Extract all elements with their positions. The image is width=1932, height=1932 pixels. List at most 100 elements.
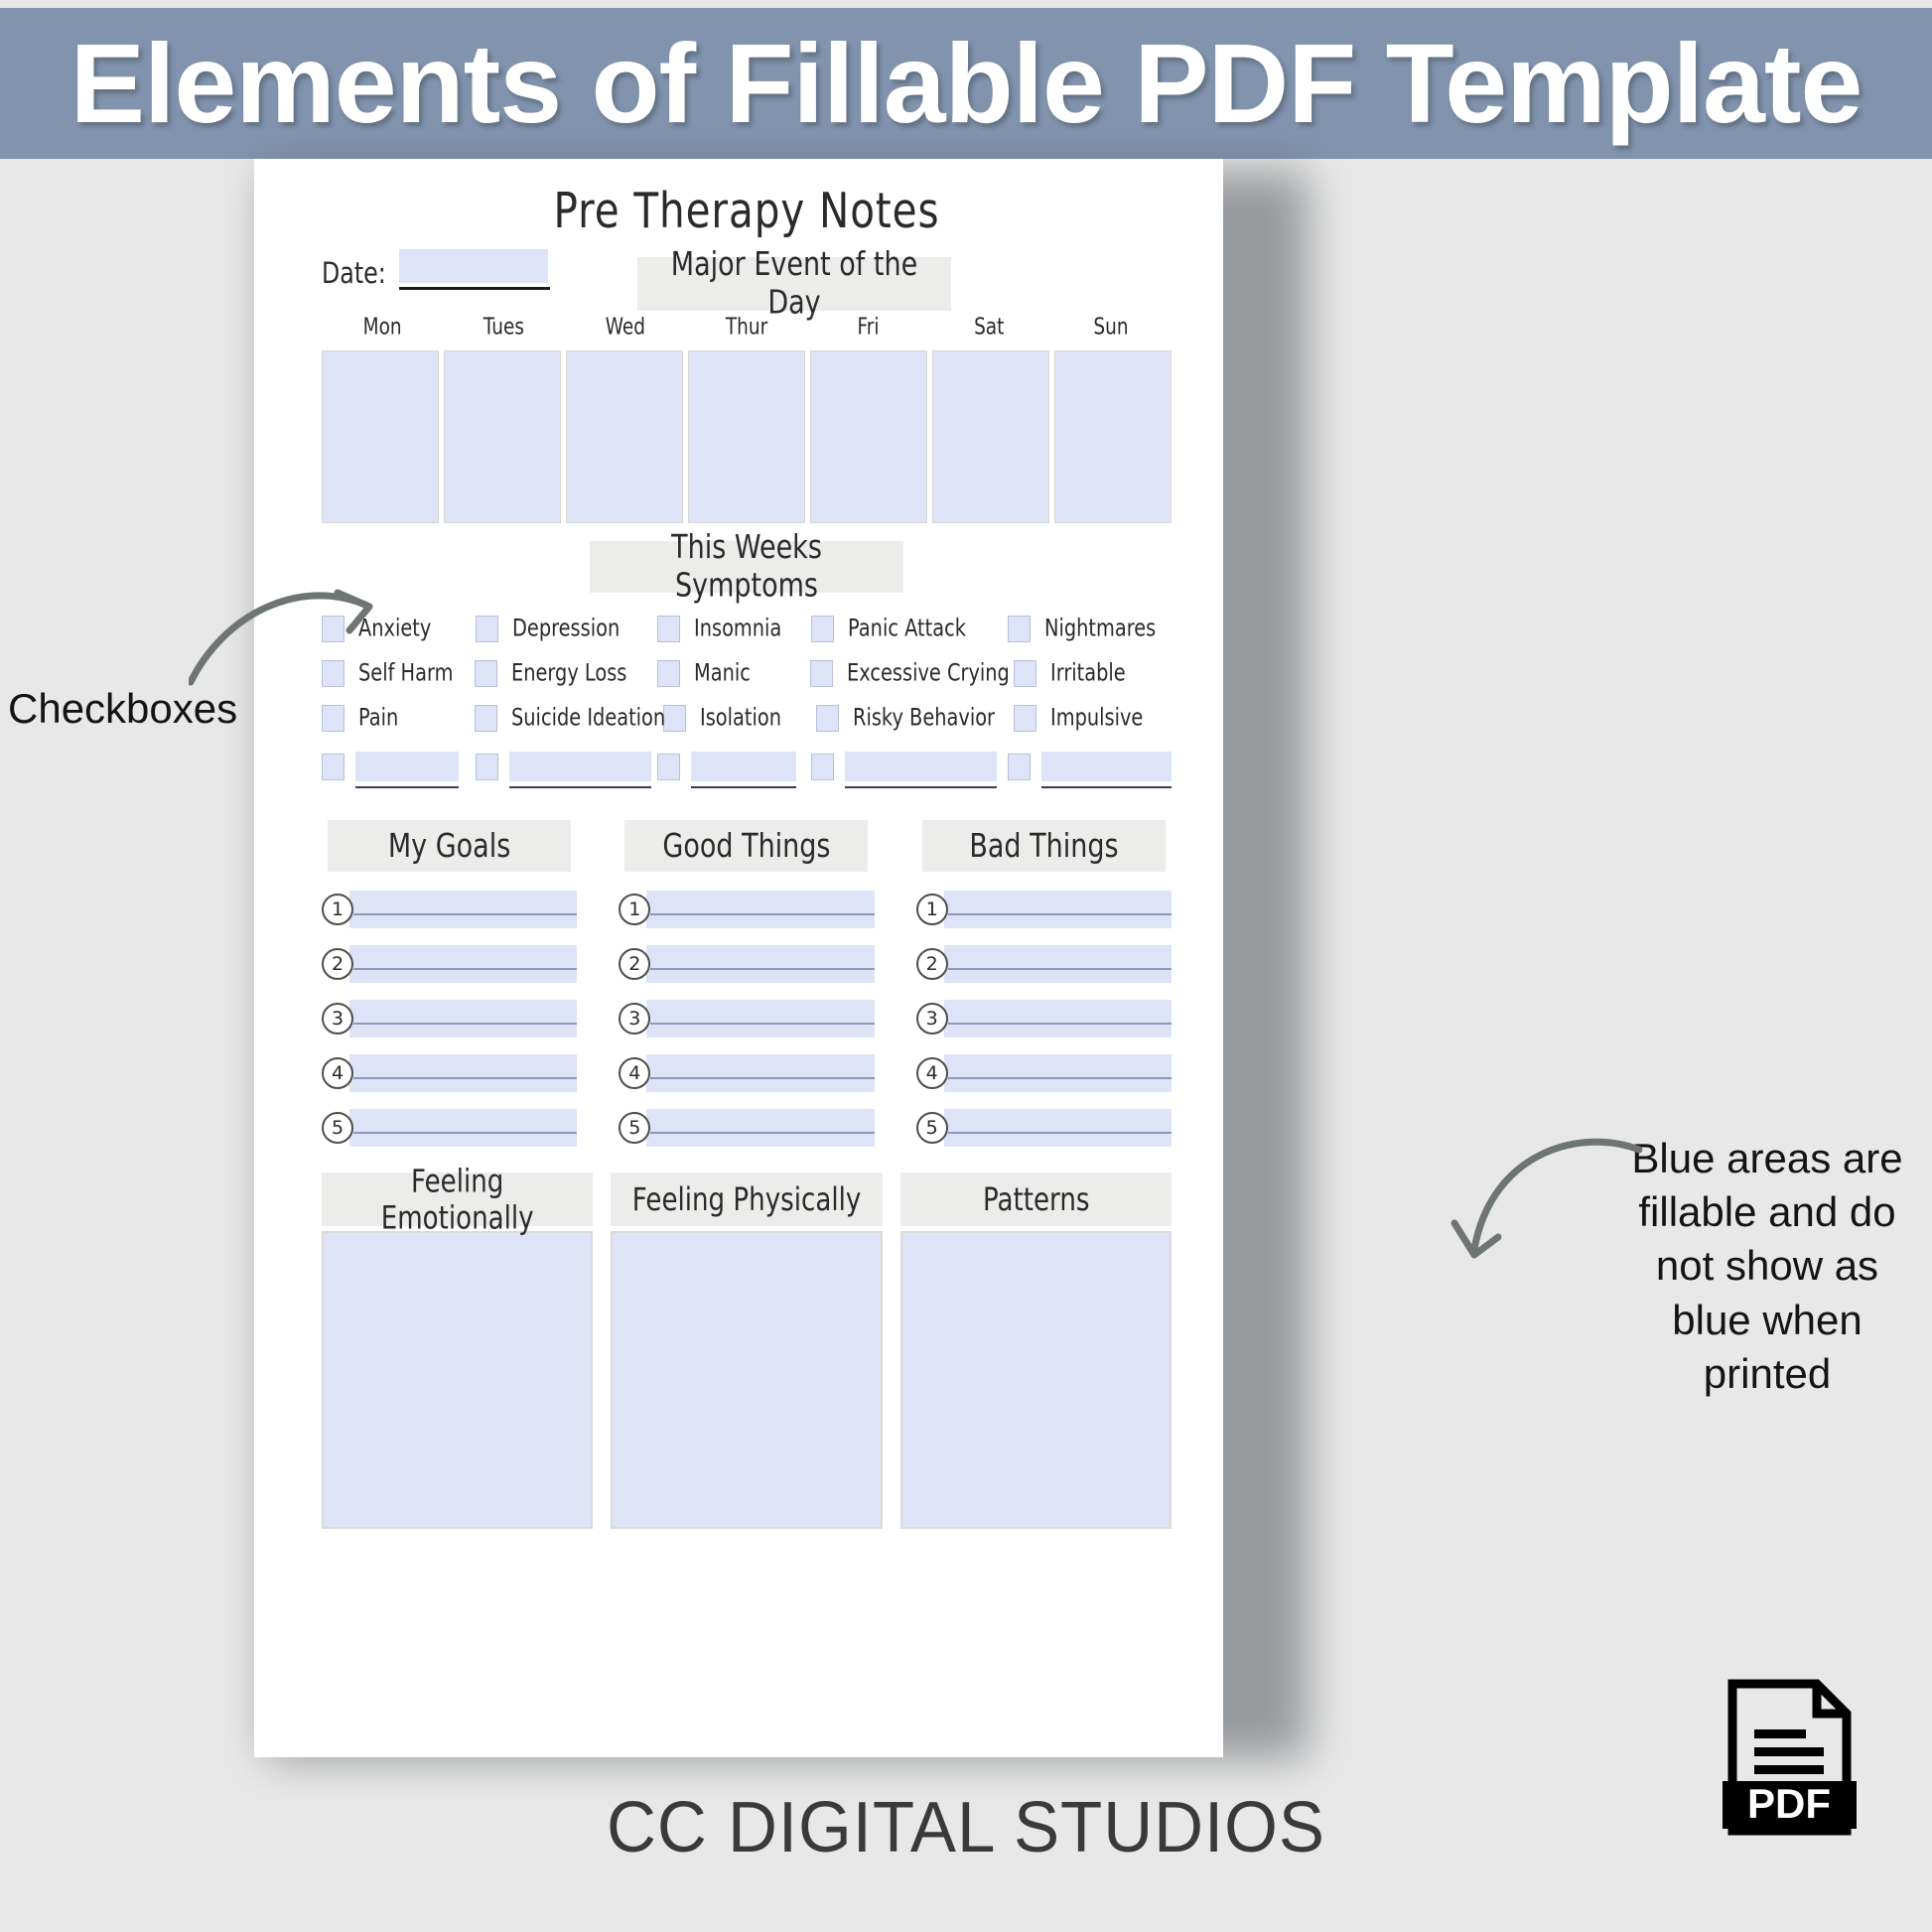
banner-title: Elements of Fillable PDF Template xyxy=(69,20,1863,146)
weekday-text: Fri xyxy=(857,314,880,340)
checkbox-item-suicide-ideation[interactable]: Suicide Ideation xyxy=(474,705,665,732)
list-column-bad-things: Bad Things 1 2 3 4 5 xyxy=(915,820,1173,1155)
checkbox-label: Panic Attack xyxy=(848,616,967,642)
good-things-rows: 1 2 3 4 5 xyxy=(619,882,875,1155)
my-goals-input-3[interactable] xyxy=(349,999,578,1037)
feeling-physically-textarea[interactable] xyxy=(611,1231,883,1529)
custom-symptom-input-1[interactable] xyxy=(355,752,459,788)
good-things-input-2[interactable] xyxy=(646,944,875,983)
checkbox-item-irritable[interactable]: Irritable xyxy=(1013,660,1172,687)
checkbox-item-depression[interactable]: Depression xyxy=(475,616,658,642)
section-header-my-goals: My Goals xyxy=(328,820,572,872)
section-header-major-event-label: Major Event of the Day xyxy=(670,245,918,323)
bad-things-input-4[interactable] xyxy=(943,1053,1173,1092)
symptoms-row: Pain Suicide Ideation Isolation Risky Be… xyxy=(322,696,1172,741)
list-item: 4 xyxy=(322,1045,578,1100)
major-event-cell-fri[interactable] xyxy=(810,350,927,523)
weekday-text: Tues xyxy=(483,314,525,340)
checkbox-icon[interactable] xyxy=(811,616,835,642)
weekday-label-tues: Tues xyxy=(443,314,564,346)
section-header-bad-things: Bad Things xyxy=(921,820,1166,872)
weekday-text: Mon xyxy=(362,314,402,340)
major-event-cell-wed[interactable] xyxy=(566,350,683,523)
checkbox-label: Depression xyxy=(511,616,620,642)
checkbox-icon[interactable] xyxy=(809,660,833,687)
checkbox-item-impulsive[interactable]: Impulsive xyxy=(1014,705,1172,732)
checkbox-icon[interactable] xyxy=(475,753,498,780)
custom-symptom-input-2[interactable] xyxy=(508,752,651,788)
checkbox-item-isolation[interactable]: Isolation xyxy=(662,705,816,732)
checkbox-item-energy-loss[interactable]: Energy Loss xyxy=(475,660,656,687)
symptoms-row: Self Harm Energy Loss Manic Excessive Cr… xyxy=(322,651,1172,696)
list-item: 1 xyxy=(619,882,875,936)
bad-things-input-2[interactable] xyxy=(943,944,1173,983)
checkbox-icon[interactable] xyxy=(1008,753,1031,780)
section-header-feeling-emotionally: Feeling Emotionally xyxy=(322,1163,594,1236)
custom-symptom-input-5[interactable] xyxy=(1041,752,1172,788)
section-header-feeling-physically-label: Feeling Physically xyxy=(631,1180,862,1218)
checkbox-label: Excessive Crying xyxy=(846,660,1010,687)
checkbox-icon[interactable] xyxy=(657,753,681,780)
checkbox-icon[interactable] xyxy=(662,705,686,732)
patterns-textarea[interactable] xyxy=(899,1231,1172,1529)
checkbox-icon[interactable] xyxy=(475,616,498,642)
my-goals-input-2[interactable] xyxy=(349,944,578,983)
checkbox-icon[interactable] xyxy=(475,660,498,687)
list-number-badge: 4 xyxy=(915,1056,948,1089)
major-event-grid xyxy=(322,350,1172,523)
list-item: 3 xyxy=(322,991,578,1045)
major-event-cell-sun[interactable] xyxy=(1054,350,1172,523)
bad-things-input-3[interactable] xyxy=(943,999,1173,1037)
checkbox-item-risky-behavior[interactable]: Risky Behavior xyxy=(815,705,1015,732)
checkbox-icon[interactable] xyxy=(1014,705,1037,732)
checkbox-item-custom-1[interactable] xyxy=(322,752,476,788)
good-things-input-1[interactable] xyxy=(646,890,875,928)
checkbox-icon[interactable] xyxy=(1008,616,1032,642)
checkbox-label: Insomnia xyxy=(694,616,782,642)
good-things-input-5[interactable] xyxy=(646,1108,875,1147)
checkbox-icon[interactable] xyxy=(657,616,681,642)
section-header-symptoms-label: This Weeks Symptoms xyxy=(671,528,822,606)
list-item: 5 xyxy=(322,1100,578,1155)
checkbox-item-custom-3[interactable] xyxy=(657,752,811,788)
section-header-feeling-physically: Feeling Physically xyxy=(611,1173,883,1226)
custom-symptom-input-4[interactable] xyxy=(844,752,997,788)
section-header-patterns-label: Patterns xyxy=(982,1180,1090,1218)
checkbox-item-excessive-crying[interactable]: Excessive Crying xyxy=(809,660,1014,687)
weekday-labels: Mon Tues Wed Thur Fri Sat Sun xyxy=(322,314,1172,346)
my-goals-input-1[interactable] xyxy=(349,890,578,928)
page-content: Pre Therapy Notes Date: Major Event of t… xyxy=(322,183,1173,1722)
checkbox-item-manic[interactable]: Manic xyxy=(656,660,810,687)
checkbox-item-custom-2[interactable] xyxy=(475,752,658,788)
checkbox-item-panic-attack[interactable]: Panic Attack xyxy=(811,616,1008,642)
bad-things-rows: 1 2 3 4 5 xyxy=(915,882,1173,1155)
checkbox-item-custom-5[interactable] xyxy=(1008,752,1172,788)
bad-things-input-1[interactable] xyxy=(943,890,1173,928)
checkbox-item-nightmares[interactable]: Nightmares xyxy=(1008,616,1172,642)
checkbox-icon[interactable] xyxy=(322,753,345,780)
major-event-cell-thur[interactable] xyxy=(688,350,805,523)
checkbox-label: Impulsive xyxy=(1050,705,1144,732)
pdf-page-preview: Pre Therapy Notes Date: Major Event of t… xyxy=(254,159,1223,1757)
date-input[interactable] xyxy=(399,249,548,283)
good-things-input-3[interactable] xyxy=(646,999,875,1037)
checkbox-icon[interactable] xyxy=(656,660,680,687)
section-header-bad-things-label: Bad Things xyxy=(969,826,1119,866)
feeling-emotionally-textarea[interactable] xyxy=(322,1231,594,1529)
text-area-column-feeling-physically: Feeling Physically xyxy=(611,1173,883,1529)
good-things-input-4[interactable] xyxy=(646,1053,875,1092)
checkbox-item-custom-4[interactable] xyxy=(810,752,1008,788)
major-event-cell-mon[interactable] xyxy=(322,350,439,523)
checkbox-item-insomnia[interactable]: Insomnia xyxy=(657,616,811,642)
my-goals-input-5[interactable] xyxy=(349,1108,578,1147)
checkbox-icon[interactable] xyxy=(1013,660,1036,687)
custom-symptom-input-3[interactable] xyxy=(691,752,797,788)
list-number-badge: 3 xyxy=(322,1002,353,1035)
major-event-cell-sat[interactable] xyxy=(932,350,1049,523)
my-goals-input-4[interactable] xyxy=(349,1053,578,1092)
checkbox-icon[interactable] xyxy=(474,705,497,732)
checkbox-icon[interactable] xyxy=(815,705,839,732)
checkbox-icon[interactable] xyxy=(810,753,834,780)
bad-things-input-5[interactable] xyxy=(943,1108,1173,1147)
major-event-cell-tues[interactable] xyxy=(444,350,561,523)
